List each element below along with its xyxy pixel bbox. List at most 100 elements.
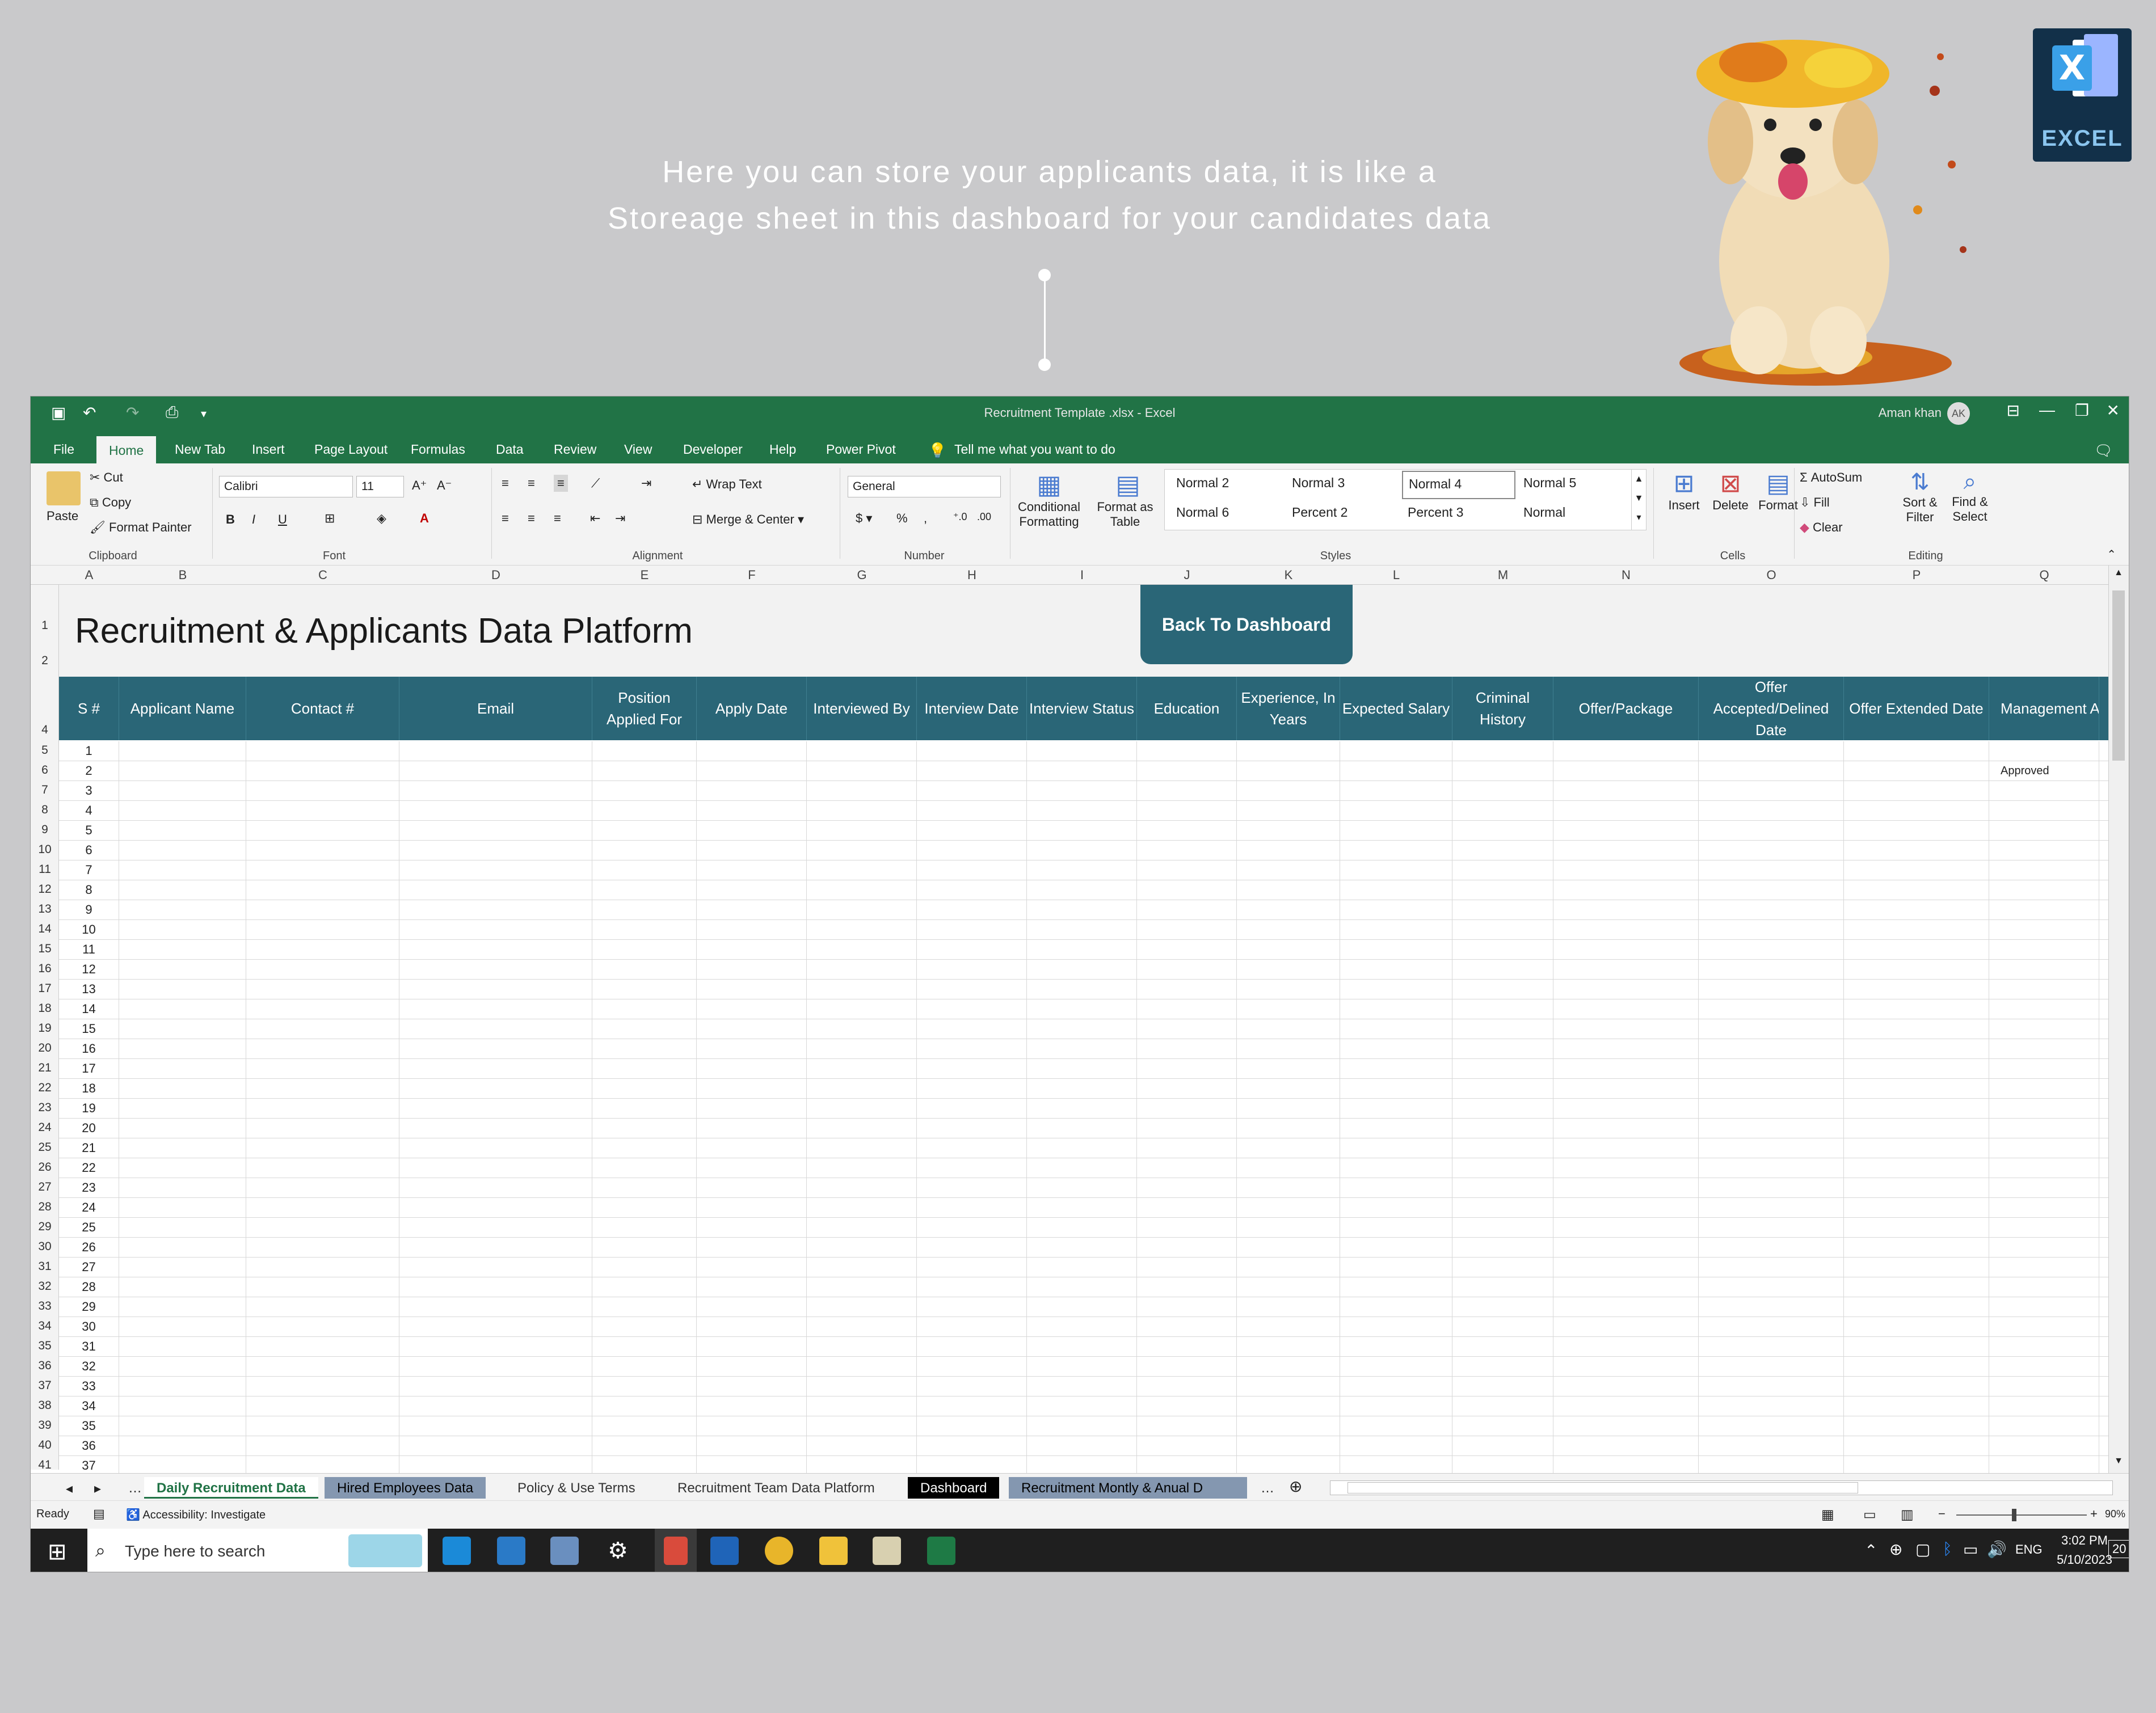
table-cell[interactable]: [1452, 1416, 1553, 1436]
table-cell[interactable]: [697, 1238, 807, 1258]
header-apply-date[interactable]: Apply Date: [697, 677, 807, 740]
table-cell[interactable]: [1237, 1158, 1340, 1178]
table-cell[interactable]: [807, 1297, 917, 1317]
table-cell[interactable]: [592, 999, 697, 1019]
table-cell[interactable]: 22: [59, 1158, 119, 1178]
table-cell[interactable]: [697, 841, 807, 860]
taskbar-search[interactable]: ⌕ Type here to search: [87, 1529, 428, 1572]
table-cell[interactable]: [119, 741, 246, 761]
fill-color-icon[interactable]: ◈: [377, 511, 386, 526]
font-size-select[interactable]: 11: [356, 476, 404, 497]
table-cell[interactable]: [917, 920, 1027, 940]
table-cell[interactable]: [807, 880, 917, 900]
orientation-icon[interactable]: ⟋: [591, 476, 600, 491]
header-criminal-history[interactable]: Criminal History: [1452, 677, 1553, 740]
table-cell[interactable]: [1237, 841, 1340, 860]
table-cell[interactable]: [1844, 1039, 1989, 1059]
table-cell[interactable]: [1844, 1337, 1989, 1357]
table-cell[interactable]: [1452, 1297, 1553, 1317]
header-offer-extended-date[interactable]: Offer Extended Date: [1844, 677, 1989, 740]
table-cell[interactable]: [917, 1119, 1027, 1138]
table-cell[interactable]: [1027, 1158, 1137, 1178]
table-cell[interactable]: [1027, 1416, 1137, 1436]
table-cell[interactable]: [1844, 1079, 1989, 1099]
table-cell[interactable]: [1027, 1396, 1137, 1416]
bottom-align-icon[interactable]: ≡: [554, 475, 568, 492]
table-cell[interactable]: [917, 1178, 1027, 1198]
sheet-tab-daily-recruitment[interactable]: Daily Recruitment Data: [144, 1477, 318, 1499]
table-cell[interactable]: [1844, 1138, 1989, 1158]
table-cell[interactable]: [592, 1277, 697, 1297]
table-cell[interactable]: [1989, 1099, 2099, 1119]
table-cell[interactable]: [119, 761, 246, 781]
table-cell[interactable]: [1553, 880, 1699, 900]
table-cell[interactable]: [1237, 1079, 1340, 1099]
font-name-select[interactable]: Calibri: [219, 476, 353, 497]
table-cell[interactable]: [697, 1079, 807, 1099]
table-cell[interactable]: [1452, 1119, 1553, 1138]
table-cell[interactable]: [917, 741, 1027, 761]
table-cell[interactable]: [1844, 1238, 1989, 1258]
row-number[interactable]: 19: [31, 1022, 59, 1035]
table-cell[interactable]: [917, 1138, 1027, 1158]
decrease-decimal-icon[interactable]: .00: [977, 511, 991, 523]
row-number[interactable]: 10: [31, 843, 59, 857]
table-cell[interactable]: [1137, 1238, 1237, 1258]
table-cell[interactable]: [399, 1059, 592, 1079]
table-cell[interactable]: [1027, 860, 1137, 880]
row-number[interactable]: 23: [31, 1101, 59, 1115]
table-cell[interactable]: [592, 960, 697, 980]
table-cell[interactable]: [917, 980, 1027, 999]
column-header[interactable]: C: [246, 568, 399, 583]
table-cell[interactable]: [917, 1396, 1027, 1416]
table-cell[interactable]: [399, 1158, 592, 1178]
tab-file[interactable]: File: [48, 438, 80, 461]
table-cell[interactable]: [1699, 1377, 1844, 1396]
table-cell[interactable]: [1452, 1277, 1553, 1297]
close-icon[interactable]: ✕: [2107, 401, 2120, 420]
table-cell[interactable]: 26: [59, 1238, 119, 1258]
table-cell[interactable]: [1844, 1119, 1989, 1138]
table-cell[interactable]: [807, 741, 917, 761]
table-cell[interactable]: [1027, 920, 1137, 940]
table-cell[interactable]: [807, 980, 917, 999]
align-right-icon[interactable]: ≡: [554, 511, 561, 526]
table-cell[interactable]: [1340, 1277, 1452, 1297]
table-cell[interactable]: [1340, 999, 1452, 1019]
table-cell[interactable]: [1137, 900, 1237, 920]
table-cell[interactable]: [697, 1218, 807, 1238]
table-cell[interactable]: [1137, 1119, 1237, 1138]
table-cell[interactable]: [1452, 920, 1553, 940]
table-cell[interactable]: [1452, 741, 1553, 761]
table-cell[interactable]: [1844, 980, 1989, 999]
table-cell[interactable]: [807, 761, 917, 781]
table-cell[interactable]: [1553, 1178, 1699, 1198]
table-cell[interactable]: [399, 1019, 592, 1039]
notifications-badge[interactable]: 20: [2108, 1540, 2129, 1558]
table-cell[interactable]: [592, 1317, 697, 1337]
table-cell[interactable]: 18: [59, 1079, 119, 1099]
table-cell[interactable]: [1699, 1138, 1844, 1158]
table-cell[interactable]: [1452, 1317, 1553, 1337]
table-cell[interactable]: 24: [59, 1198, 119, 1218]
table-cell[interactable]: [119, 880, 246, 900]
table-cell[interactable]: 32: [59, 1357, 119, 1377]
table-cell[interactable]: [246, 761, 399, 781]
table-cell[interactable]: [119, 999, 246, 1019]
row-number[interactable]: 22: [31, 1081, 59, 1095]
table-cell[interactable]: [119, 1238, 246, 1258]
table-cell[interactable]: [1699, 1178, 1844, 1198]
table-cell[interactable]: [807, 1119, 917, 1138]
copy-button[interactable]: ⧉ Copy: [90, 495, 131, 510]
zoom-in-icon[interactable]: +: [2090, 1507, 2098, 1521]
table-cell[interactable]: [1452, 1218, 1553, 1238]
table-cell[interactable]: [1027, 781, 1137, 801]
table-cell[interactable]: [1844, 781, 1989, 801]
table-cell[interactable]: [1699, 1238, 1844, 1258]
tab-home[interactable]: Home: [96, 436, 157, 463]
table-cell[interactable]: [1989, 1119, 2099, 1138]
table-cell[interactable]: [1452, 1158, 1553, 1178]
table-cell[interactable]: [917, 1317, 1027, 1337]
meet-icon[interactable]: ▢: [1915, 1540, 1930, 1559]
table-cell[interactable]: [399, 1178, 592, 1198]
